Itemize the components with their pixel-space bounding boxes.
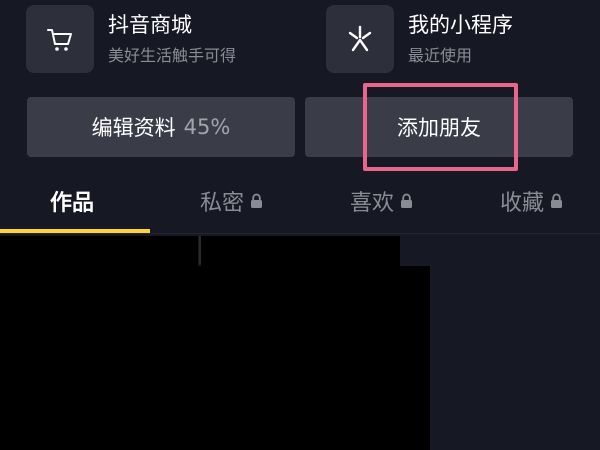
lock-icon <box>250 193 263 209</box>
mini-program-icon-tile <box>326 5 394 73</box>
tab-favorites-label: 收藏 <box>500 191 545 216</box>
mall-subtitle: 美好生活触手可得 <box>108 46 237 65</box>
tab-private[interactable]: 私密 <box>200 180 263 222</box>
tab-private-label: 私密 <box>200 191 245 216</box>
tab-likes-label: 喜欢 <box>350 191 395 216</box>
mini-program-entry[interactable]: 我的小程序 最近使用 <box>326 4 596 74</box>
service-row: 抖音商城 美好生活触手可得 我的小程序 最近使用 <box>0 0 600 85</box>
douyin-mall-entry[interactable]: 抖音商城 美好生活触手可得 <box>26 4 306 74</box>
mini-program-title: 我的小程序 <box>408 13 513 37</box>
profile-completion-percent: 45% <box>183 115 231 139</box>
edit-profile-button[interactable]: 编辑资料 45% <box>27 97 295 157</box>
lock-icon <box>550 193 563 209</box>
tab-favorites[interactable]: 收藏 <box>500 180 563 222</box>
tab-works[interactable]: 作品 <box>50 180 94 222</box>
shopping-cart-icon <box>47 29 72 51</box>
mall-title: 抖音商城 <box>108 13 192 37</box>
tab-likes[interactable]: 喜欢 <box>350 180 413 222</box>
highlight-annotation <box>363 83 518 171</box>
thumbnail-gap <box>199 236 201 264</box>
lock-icon <box>400 193 413 209</box>
redacted-overlay <box>0 266 430 450</box>
profile-tabs: 作品 私密 喜欢 收藏 <box>0 180 600 234</box>
mall-icon-tile <box>26 5 94 73</box>
mini-program-icon <box>348 25 372 52</box>
video-thumbnail[interactable] <box>201 236 400 266</box>
edit-profile-label: 编辑资料 <box>91 116 176 140</box>
tab-works-label: 作品 <box>50 191 95 216</box>
mini-program-subtitle: 最近使用 <box>408 46 473 65</box>
